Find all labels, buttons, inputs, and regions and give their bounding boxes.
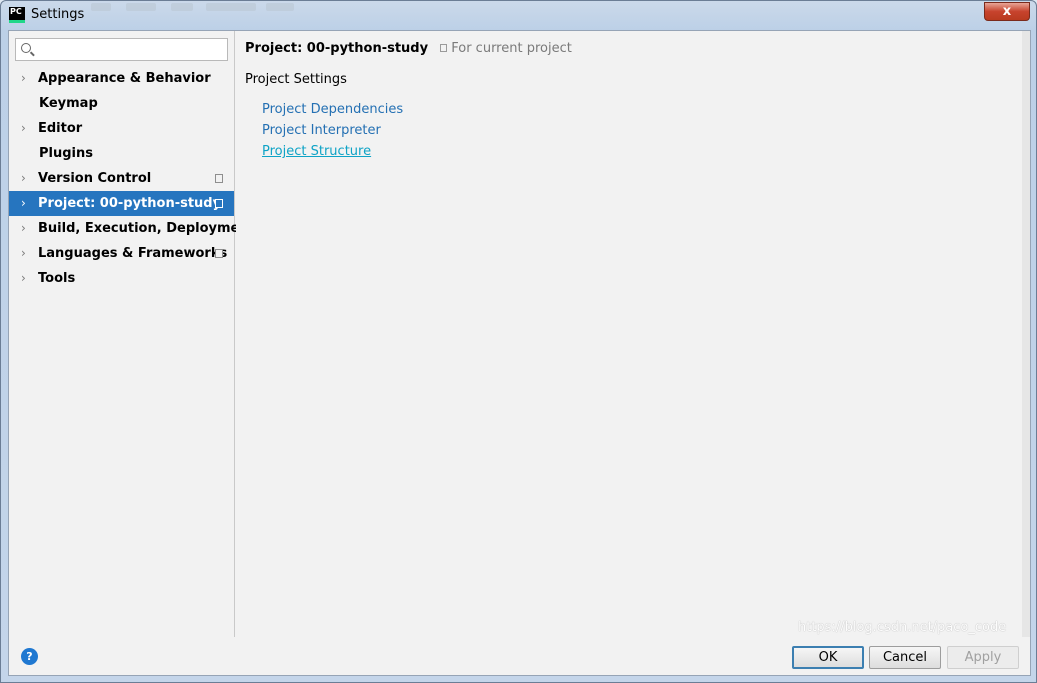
- project-scope-icon: [213, 197, 223, 208]
- window-title: Settings: [31, 7, 85, 22]
- dialog-footer: ? OK Cancel Apply: [9, 637, 1030, 675]
- sidebar-item-label: Version Control: [38, 171, 152, 186]
- apply-button[interactable]: Apply: [947, 646, 1019, 669]
- help-icon[interactable]: ?: [21, 648, 38, 665]
- sidebar-item[interactable]: › Tools: [9, 266, 234, 291]
- search-input[interactable]: [15, 38, 228, 61]
- sidebar-item[interactable]: › Build, Execution, Deployment: [9, 216, 255, 241]
- sidebar-item-label: Keymap: [39, 96, 98, 111]
- settings-sidebar: › Appearance & Behavior Keymap › Editor Plugi…: [9, 31, 255, 637]
- project-scope-icon: [440, 44, 448, 52]
- sidebar-item[interactable]: Plugins: [9, 141, 234, 166]
- chevron-right-icon[interactable]: ›: [21, 116, 33, 141]
- sidebar-item[interactable]: › Appearance & Behavior: [9, 66, 234, 91]
- sidebar-item[interactable]: › Project: 00-python-study: [9, 191, 234, 216]
- scope-note-text: For current project: [451, 41, 572, 56]
- list-item: Project Interpreter: [262, 120, 403, 141]
- close-icon: x: [1002, 4, 1012, 19]
- watermark: https://blog.csdn.net/paco_code: [798, 620, 1007, 635]
- chevron-right-icon[interactable]: ›: [21, 191, 33, 216]
- background-menu-blur: [126, 3, 156, 11]
- search-icon: [21, 43, 31, 53]
- ok-button[interactable]: OK: [792, 646, 864, 669]
- sidebar-item-label: Editor: [38, 121, 83, 136]
- list-item: Project Dependencies: [262, 99, 403, 120]
- settings-tree: › Appearance & Behavior Keymap › Editor Plugi…: [9, 66, 255, 291]
- sidebar-item-label: Languages & Frameworks: [38, 246, 228, 261]
- close-button[interactable]: x: [984, 2, 1030, 21]
- sidebar-item-label: Plugins: [39, 146, 93, 161]
- list-item: Project Structure: [262, 141, 403, 162]
- project-settings-link[interactable]: Project Structure: [262, 144, 371, 159]
- project-settings-links: Project Dependencies Project Interpreter P…: [262, 99, 403, 162]
- background-menu-blur: [91, 3, 111, 11]
- sidebar-item-label: Project: 00-python-study: [38, 196, 222, 211]
- sidebar-item[interactable]: › Languages & Frameworks: [9, 241, 234, 266]
- chevron-right-icon[interactable]: ›: [21, 66, 33, 91]
- background-menu-blur: [206, 3, 256, 11]
- project-scope-icon: [213, 172, 223, 183]
- scrollbar[interactable]: [1022, 31, 1030, 637]
- cancel-button[interactable]: Cancel: [869, 646, 941, 669]
- chevron-right-icon[interactable]: ›: [21, 216, 33, 241]
- sidebar-item[interactable]: › Version Control: [9, 166, 234, 191]
- pycharm-app-icon: PC: [9, 7, 25, 23]
- sidebar-item-label: Appearance & Behavior: [38, 71, 211, 86]
- scope-note: For current project: [440, 41, 572, 56]
- settings-content: Project: 00-python-study For current pro…: [236, 31, 1030, 637]
- content-header: Project: 00-python-study For current pro…: [245, 41, 572, 56]
- section-title: Project Settings: [245, 72, 347, 87]
- chevron-right-icon[interactable]: ›: [21, 166, 33, 191]
- sidebar-item-label: Build, Execution, Deployment: [38, 221, 255, 236]
- chevron-right-icon[interactable]: ›: [21, 241, 33, 266]
- sidebar-item-label: Tools: [38, 271, 76, 286]
- background-menu-blur: [171, 3, 193, 11]
- chevron-right-icon[interactable]: ›: [21, 266, 33, 291]
- breadcrumb: Project: 00-python-study: [245, 41, 429, 56]
- sidebar-item[interactable]: Keymap: [9, 91, 234, 116]
- project-settings-link[interactable]: Project Interpreter: [262, 123, 381, 138]
- sidebar-item[interactable]: › Editor: [9, 116, 234, 141]
- settings-window: PC Settings x › Appearance & Behavior Keym…: [0, 0, 1037, 683]
- dialog-body: › Appearance & Behavior Keymap › Editor Plugi…: [8, 30, 1031, 676]
- project-settings-link[interactable]: Project Dependencies: [262, 102, 403, 117]
- title-bar[interactable]: PC Settings x: [1, 1, 1036, 30]
- background-menu-blur: [266, 3, 294, 11]
- project-scope-icon: [213, 247, 223, 258]
